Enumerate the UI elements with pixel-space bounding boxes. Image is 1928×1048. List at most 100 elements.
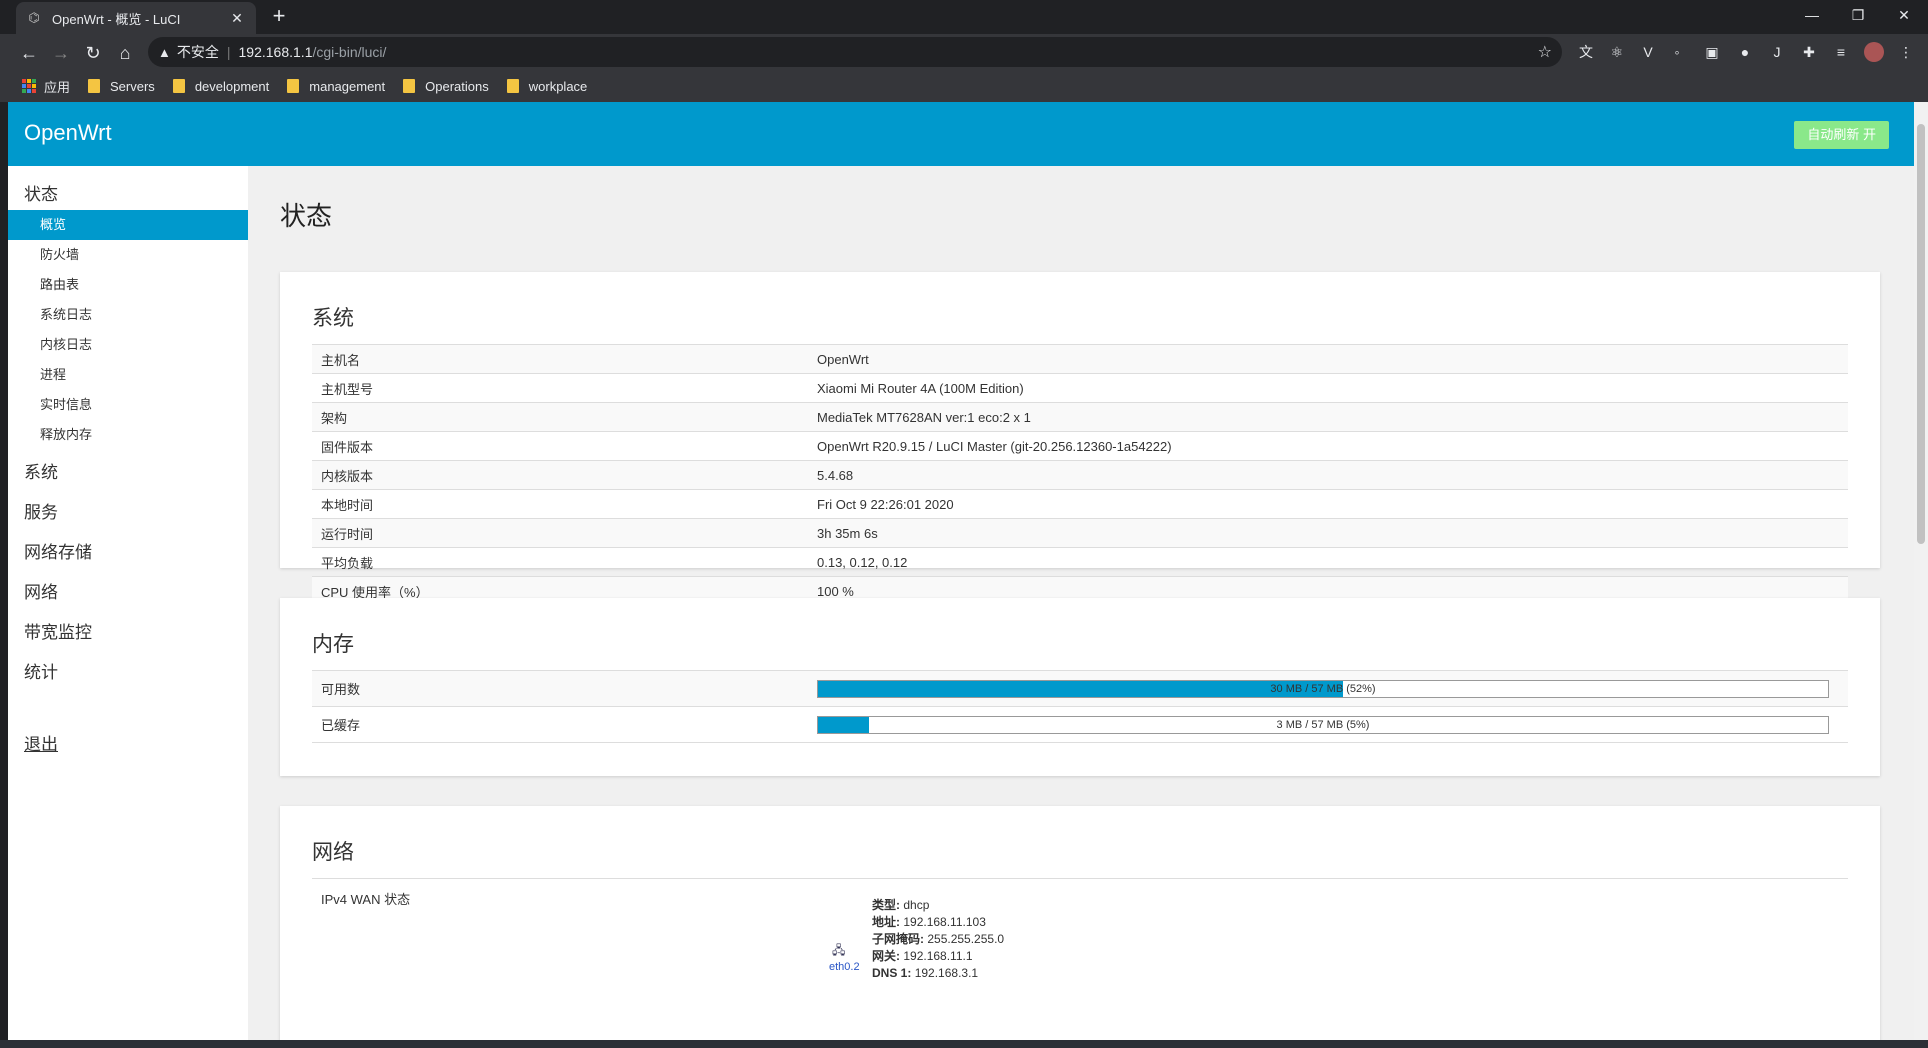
menu-system[interactable]: 系统 xyxy=(24,458,58,483)
new-tab-icon[interactable]: + xyxy=(268,5,290,28)
submenu-kernel-log[interactable]: 内核日志 xyxy=(8,330,248,360)
bookmark-workplace[interactable]: workplace xyxy=(506,78,588,94)
bookmark-star-icon[interactable]: ☆ xyxy=(1538,42,1552,62)
signal-extension-icon[interactable]: ◦ xyxy=(1667,42,1687,62)
wan-info-line: 子网掩码: 255.255.255.0 xyxy=(872,931,1004,948)
row-value: 0.13, 0.12, 0.12 xyxy=(817,554,908,570)
bookmark-management[interactable]: management xyxy=(287,79,385,94)
memory-table: 可用数 30 MB / 57 MB (52%) 已缓存 3 MB / 57 MB… xyxy=(312,670,1848,743)
row-value: OpenWrt R20.9.15 / LuCI Master (git-20.2… xyxy=(817,438,1172,454)
menu-status[interactable]: 状态 xyxy=(24,180,58,205)
bar-text: 30 MB / 57 MB (52%) xyxy=(1270,682,1376,695)
menu-network[interactable]: 网络 xyxy=(24,578,58,603)
wan-interface-link[interactable]: eth0.2 xyxy=(829,961,860,973)
wan-info-line: 地址: 192.168.11.103 xyxy=(872,914,1004,931)
json-extension-icon[interactable]: J xyxy=(1767,42,1787,62)
row-value: 3h 35m 6s xyxy=(817,525,878,541)
submenu-firewall[interactable]: 防火墙 xyxy=(8,240,248,270)
row-value: 5.4.68 xyxy=(817,467,854,483)
vue-extension-icon[interactable]: V xyxy=(1638,42,1658,62)
bookmark-label: workplace xyxy=(528,78,588,94)
wan-info-value: dhcp xyxy=(903,898,930,912)
table-row: 运行时间 3h 35m 6s xyxy=(312,519,1848,548)
wan-info: 类型: dhcp 地址: 192.168.11.103 子网掩码: 255.25… xyxy=(872,897,1004,982)
system-table: 主机名 OpenWrt 主机型号 Xiaomi Mi Router 4A (100M… xyxy=(312,344,1848,606)
system-card: 系统 主机名 OpenWrt 主机型号 Xiaomi Mi Router 4A (1… xyxy=(280,272,1880,606)
table-row: 固件版本 OpenWrt R20.9.15 / LuCI Master (git-… xyxy=(312,432,1848,461)
window-close-icon[interactable]: ✕ xyxy=(1881,0,1927,30)
forward-icon[interactable]: → xyxy=(48,40,74,66)
home-icon[interactable]: ⌂ xyxy=(112,40,138,66)
table-row: 内核版本 5.4.68 xyxy=(312,461,1848,490)
bookmark-label: 应用 xyxy=(44,79,71,95)
table-row: 架构 MediaTek MT7628AN ver:1 eco:2 x 1 xyxy=(312,403,1848,432)
address-path: /cgi-bin/luci/ xyxy=(312,44,387,60)
folder-icon xyxy=(506,79,519,93)
menu-nas[interactable]: 网络存储 xyxy=(24,538,92,563)
restore-icon[interactable]: ❐ xyxy=(1835,0,1881,30)
address-host: 192.168.1.1 xyxy=(238,44,313,60)
row-key: 主机名 xyxy=(321,352,361,368)
row-key: 运行时间 xyxy=(321,526,374,542)
submenu-overview[interactable]: 概览 xyxy=(8,210,248,240)
react-extension-icon[interactable]: ⚛ xyxy=(1607,42,1627,62)
wan-info-value: 192.168.11.103 xyxy=(903,915,986,929)
menu-bandwidth[interactable]: 带宽监控 xyxy=(24,618,92,643)
submenu-realtime[interactable]: 实时信息 xyxy=(8,390,248,420)
wan-info-line: DNS 1: 192.168.3.1 xyxy=(872,965,1004,982)
row-key: 架构 xyxy=(321,410,348,426)
minimize-icon[interactable]: — xyxy=(1789,0,1835,30)
wan-info-value: 255.255.255.0 xyxy=(927,932,1005,946)
reload-icon[interactable]: ↻ xyxy=(80,40,106,66)
row-value: Fri Oct 9 22:26:01 2020 xyxy=(817,496,954,512)
bookmark-development[interactable]: development xyxy=(172,78,270,94)
address-bar[interactable]: ▲ 不安全 | 192.168.1.1 /cgi-bin/luci/ ☆ xyxy=(148,37,1562,67)
bar-text: 3 MB / 57 MB (5%) xyxy=(1276,718,1370,731)
menu-services[interactable]: 服务 xyxy=(24,498,58,523)
wan-info-line: 网关: 192.168.11.1 xyxy=(872,948,1004,965)
memory-free-bar: 30 MB / 57 MB (52%) xyxy=(817,679,1829,698)
menu-logout[interactable]: 退出 xyxy=(24,730,58,755)
menu-statistics[interactable]: 统计 xyxy=(24,658,58,683)
not-secure-label: 不安全 xyxy=(176,44,219,60)
browser-tab[interactable]: ⌬ OpenWrt - 概览 - LuCI ✕ xyxy=(16,2,256,34)
reading-list-icon[interactable]: ≡ xyxy=(1831,42,1851,62)
row-value: OpenWrt xyxy=(817,351,869,367)
extensions-puzzle-icon[interactable]: ✚ xyxy=(1799,42,1819,62)
brand-logo[interactable]: OpenWrt xyxy=(24,120,112,146)
table-row: 本地时间 Fri Oct 9 22:26:01 2020 xyxy=(312,490,1848,519)
wan-status-label: IPv4 WAN 状态 xyxy=(321,892,411,907)
browser-menu-icon[interactable]: ⋮ xyxy=(1896,42,1916,62)
profile-avatar-icon[interactable] xyxy=(1864,42,1884,62)
wan-status-box: IPv4 WAN 状态 🖧 eth0.2 类型: dhcp 地址: 192.16… xyxy=(312,878,1848,980)
wan-info-key: 子网掩码: xyxy=(872,932,924,946)
submenu-free-memory[interactable]: 释放内存 xyxy=(8,420,248,450)
scrollbar-thumb[interactable] xyxy=(1917,124,1925,544)
row-key: 主机型号 xyxy=(321,381,374,397)
wan-info-value: 192.168.11.1 xyxy=(903,949,973,963)
submenu-processes[interactable]: 进程 xyxy=(8,360,248,390)
submenu-system-log[interactable]: 系统日志 xyxy=(8,300,248,330)
translate-extension-icon[interactable]: 文 xyxy=(1576,42,1596,62)
row-key: 固件版本 xyxy=(321,439,374,455)
memory-title: 内存 xyxy=(312,633,354,656)
row-key: 可用数 xyxy=(321,682,361,697)
bookmark-servers[interactable]: Servers xyxy=(88,79,155,94)
table-row: 可用数 30 MB / 57 MB (52%) xyxy=(312,671,1848,707)
tab-close-icon[interactable]: ✕ xyxy=(228,10,246,27)
bookmark-apps[interactable]: 应用 xyxy=(22,77,70,96)
not-secure-warning-icon: ▲ xyxy=(158,44,171,60)
bookmark-label: development xyxy=(194,78,270,94)
submenu-routes[interactable]: 路由表 xyxy=(8,270,248,300)
page-scrollbar[interactable] xyxy=(1914,102,1928,1040)
tab-title: OpenWrt - 概览 - LuCI xyxy=(52,11,181,27)
bookmark-label: Operations xyxy=(425,78,489,94)
auto-refresh-button[interactable]: 自动刷新 开 xyxy=(1794,121,1889,149)
screen-extension-icon[interactable]: ▣ xyxy=(1702,42,1722,62)
back-icon[interactable]: ← xyxy=(16,40,42,66)
row-key: 平均负载 xyxy=(321,555,374,571)
cookie-extension-icon[interactable]: ● xyxy=(1735,42,1755,62)
bookmark-operations[interactable]: Operations xyxy=(403,79,489,94)
system-title: 系统 xyxy=(312,307,354,330)
page-header: OpenWrt 自动刷新 开 xyxy=(8,102,1914,166)
